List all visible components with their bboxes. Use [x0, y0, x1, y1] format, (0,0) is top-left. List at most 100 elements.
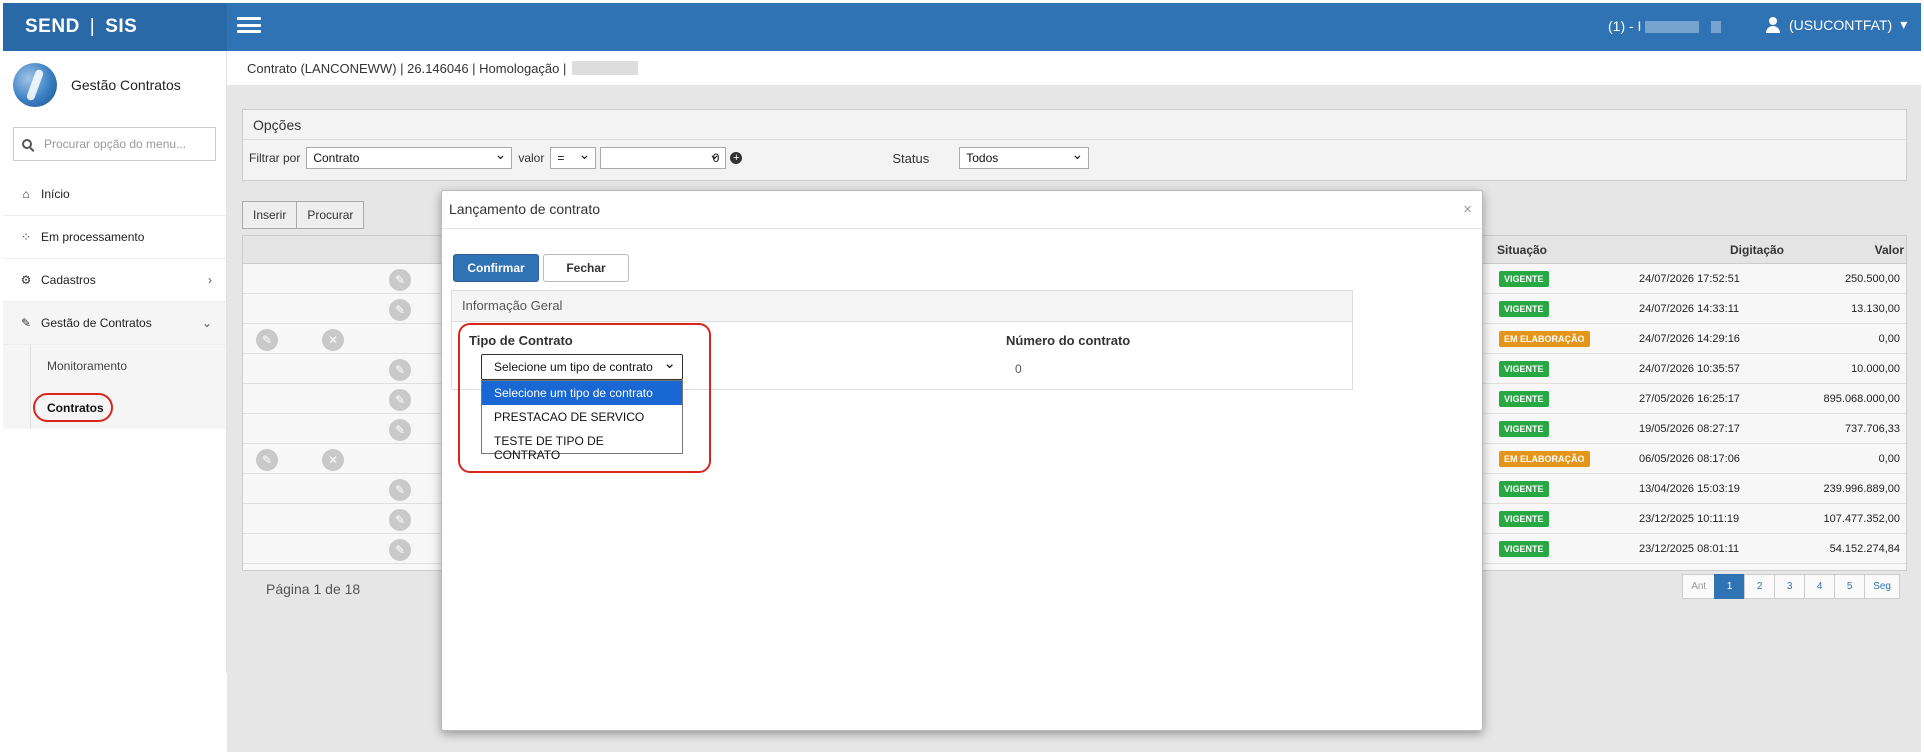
pagination: Ant 1 2 3 4 5 Seg	[1682, 574, 1900, 599]
sidebar-item-em-processamento[interactable]: ⁘ Em processamento	[3, 216, 226, 259]
top-header: SEND | SIS (1) - I (USUCONTFAT) ▾	[3, 3, 1921, 51]
edit-row-icon[interactable]: ✎	[389, 539, 411, 561]
menu-search-input[interactable]: Procurar opção do menu...	[13, 127, 216, 161]
search-placeholder: Procurar opção do menu...	[44, 137, 187, 151]
brand-logo[interactable]: SEND | SIS	[3, 3, 227, 51]
edit-row-icon[interactable]: ✎	[389, 299, 411, 321]
hamburger-menu-icon[interactable]	[235, 13, 263, 37]
valor-input[interactable]: 0	[600, 146, 727, 169]
sidebar-item-gestao-contratos[interactable]: ✎ Gestão de Contratos ⌄	[3, 302, 226, 345]
edit-icon: ✎	[20, 316, 32, 330]
submenu-gestao-contratos: Monitoramento Contratos	[3, 345, 226, 429]
company-selector[interactable]: (1) - I	[1608, 18, 1722, 34]
page-button[interactable]: Seg	[1864, 574, 1900, 599]
panel-title: Informação Geral	[452, 291, 1352, 322]
valor-cell: 107.477.352,00	[1823, 513, 1900, 525]
chevron-right-icon: ›	[208, 273, 212, 287]
status-badge: VIGENTE	[1499, 391, 1549, 407]
sidebar-item-label: Cadastros	[41, 273, 96, 287]
options-panel: Opções Filtrar por Contrato valor = 0 + …	[242, 109, 1907, 181]
delete-row-icon[interactable]: ✕	[322, 329, 344, 351]
sidebar-item-inicio[interactable]: ⌂ Início	[3, 173, 226, 216]
status-badge: VIGENTE	[1499, 481, 1549, 497]
launch-contract-modal: Lançamento de contrato × Confirmar Fecha…	[441, 190, 1483, 731]
status-badge: VIGENTE	[1499, 361, 1549, 377]
status-badge: VIGENTE	[1499, 511, 1549, 527]
sidebar-app-header: Gestão Contratos	[3, 51, 226, 119]
options-title: Opções	[243, 110, 1906, 140]
edit-row-icon[interactable]: ✎	[389, 389, 411, 411]
digitacao-cell: 19/05/2026 08:27:17	[1639, 423, 1740, 435]
user-name: (USUCONTFAT)	[1789, 16, 1893, 33]
col-valor: Valor	[1874, 243, 1904, 257]
delete-row-icon[interactable]: ✕	[322, 449, 344, 471]
page-button[interactable]: 3	[1774, 574, 1806, 599]
page-button[interactable]: 1	[1714, 574, 1746, 599]
close-icon[interactable]: ×	[1463, 201, 1472, 218]
page-button[interactable]: 5	[1834, 574, 1866, 599]
edit-row-icon[interactable]: ✎	[256, 449, 278, 471]
sidebar-item-contratos[interactable]: Contratos	[3, 387, 226, 429]
digitacao-cell: 24/07/2026 17:52:51	[1639, 273, 1740, 285]
status-label: Status	[892, 150, 930, 166]
home-icon: ⌂	[22, 187, 30, 201]
filter-field-select[interactable]: Contrato	[306, 146, 513, 169]
edit-row-icon[interactable]: ✎	[389, 419, 411, 441]
highlight-annotation	[33, 393, 113, 422]
sidebar-item-label: Em processamento	[41, 230, 145, 244]
status-badge: VIGENTE	[1499, 541, 1549, 557]
action-buttons: Inserir Procurar	[242, 201, 365, 229]
digitacao-cell: 27/05/2026 16:25:17	[1639, 393, 1740, 405]
add-filter-icon[interactable]: +	[730, 152, 743, 164]
edit-row-icon[interactable]: ✎	[389, 509, 411, 531]
breadcrumb: Contrato (LANCONEWW) | 26.146046 | Homol…	[227, 51, 1921, 85]
operator-select[interactable]: =	[550, 146, 597, 169]
page-button[interactable]: 4	[1804, 574, 1836, 599]
col-digitacao: Digitação	[1730, 243, 1785, 257]
close-button[interactable]: Fechar	[543, 254, 629, 282]
valor-cell: 0,00	[1878, 333, 1900, 345]
sidebar-item-label: Início	[41, 187, 70, 201]
filter-by-label: Filtrar por	[249, 151, 301, 165]
digitacao-cell: 06/05/2026 08:17:06	[1639, 453, 1740, 465]
filter-row: Filtrar por Contrato valor = 0 + Status …	[249, 146, 1906, 169]
confirm-button[interactable]: Confirmar	[453, 254, 539, 282]
modal-title: Lançamento de contrato	[442, 191, 1482, 229]
sidebar: Gestão Contratos Procurar opção do menu.…	[3, 51, 227, 673]
valor-cell: 54.152.274,84	[1829, 543, 1900, 555]
valor-cell: 250.500,00	[1844, 273, 1900, 285]
pager-info: Página 1 de 18	[266, 581, 361, 597]
sidebar-item-monitoramento[interactable]: Monitoramento	[3, 345, 226, 387]
page-button[interactable]: 2	[1744, 574, 1776, 599]
contract-number-label: Número do contrato	[1006, 333, 1131, 348]
digitacao-cell: 23/12/2025 08:01:11	[1639, 543, 1740, 555]
digitacao-cell: 24/07/2026 14:29:16	[1639, 333, 1740, 345]
valor-cell: 239.996.889,00	[1823, 483, 1900, 495]
valor-cell: 13.130,00	[1851, 303, 1900, 315]
valor-cell: 895.068.000,00	[1823, 393, 1900, 405]
brand-separator: |	[89, 16, 96, 37]
contract-number-value: 0	[1015, 362, 1022, 376]
inserir-button[interactable]: Inserir	[242, 201, 298, 229]
col-situacao: Situação	[1497, 243, 1548, 257]
valor-input-value: 0	[712, 151, 720, 165]
spinner-icon: ⁘	[20, 230, 32, 244]
user-icon	[1765, 16, 1781, 33]
valor-cell: 10.000,00	[1851, 363, 1900, 375]
brand-left: SEND	[25, 16, 80, 37]
edit-row-icon[interactable]: ✎	[389, 479, 411, 501]
procurar-button[interactable]: Procurar	[296, 201, 365, 229]
sidebar-item-label: Gestão de Contratos	[41, 316, 152, 330]
page-button[interactable]: Ant	[1682, 574, 1716, 599]
brand-right: SIS	[105, 16, 138, 37]
status-select[interactable]: Todos	[959, 146, 1090, 169]
user-menu[interactable]: (USUCONTFAT) ▾	[1765, 16, 1907, 33]
breadcrumb-text: Contrato (LANCONEWW) | 26.146046 | Homol…	[247, 60, 567, 76]
sidebar-item-cadastros[interactable]: ⚙ Cadastros ›	[3, 259, 226, 302]
edit-row-icon[interactable]: ✎	[389, 269, 411, 291]
edit-row-icon[interactable]: ✎	[389, 359, 411, 381]
edit-row-icon[interactable]: ✎	[256, 329, 278, 351]
chevron-down-icon: ⌄	[201, 316, 212, 330]
company-label: (1) - I	[1608, 18, 1642, 34]
app-logo-icon	[13, 63, 57, 107]
